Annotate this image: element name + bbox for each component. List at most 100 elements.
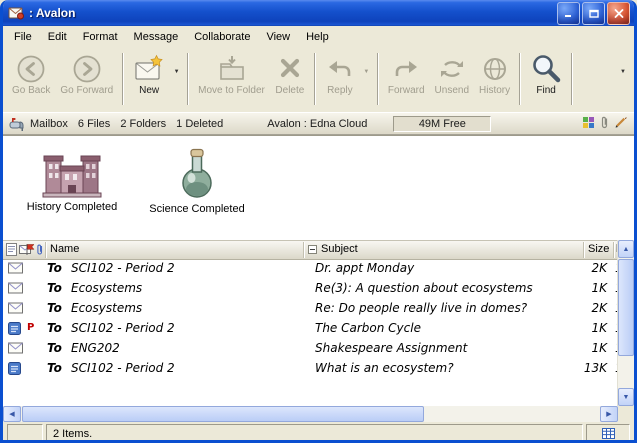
list-header[interactable]: Name Subject Size l	[3, 240, 618, 260]
collapse-minus-icon[interactable]	[308, 245, 317, 254]
infobar: Mailbox 6 Files 2 Folders 1 Deleted Aval…	[3, 112, 634, 135]
document-icon	[8, 362, 21, 375]
menu-message[interactable]: Message	[126, 28, 187, 46]
toolbar-overflow-arrow[interactable]: ▼	[615, 53, 631, 91]
app-window: : Avalon File Edit Format Message Collab…	[0, 0, 637, 443]
menu-edit[interactable]: Edit	[40, 28, 75, 46]
new-label: New	[139, 85, 159, 97]
row-name: Ecosystems	[71, 301, 142, 315]
message-row[interactable]: To ENG202 Shakespeare Assignment 1K 1	[3, 339, 618, 359]
history-icon	[480, 52, 510, 85]
menu-format[interactable]: Format	[75, 28, 126, 46]
vertical-scroll-thumb[interactable]	[618, 259, 634, 356]
files-count: 6 Files	[78, 118, 110, 130]
vertical-scrollbar[interactable]: ▲ ▼	[617, 240, 634, 406]
vertical-scroll-track[interactable]	[618, 357, 634, 388]
go-forward-button[interactable]: Go Forward	[55, 49, 118, 97]
message-row[interactable]: To SCI102 - Period 2 What is an ecosyste…	[3, 359, 618, 379]
row-subject: The Carbon Cycle	[315, 321, 421, 335]
header-attachment-icon[interactable]	[36, 243, 44, 256]
message-row[interactable]: To Ecosystems Re: Do people really live …	[3, 299, 618, 319]
folder-science-completed[interactable]: Science Completed	[139, 146, 255, 215]
reply-dropdown-arrow[interactable]: ▼	[360, 53, 373, 91]
minimize-button[interactable]	[557, 2, 580, 25]
row-size: 2K	[563, 301, 607, 315]
menu-collaborate[interactable]: Collaborate	[186, 28, 258, 46]
go-back-button[interactable]: Go Back	[7, 49, 55, 97]
column-header-size[interactable]: Size	[588, 243, 609, 255]
horizontal-scrollbar[interactable]: ◀ ▶	[3, 406, 634, 422]
column-header-subject[interactable]: Subject	[321, 243, 358, 255]
column-divider[interactable]	[45, 242, 46, 258]
categories-icon[interactable]	[582, 116, 595, 132]
header-properties-icon[interactable]	[6, 243, 17, 256]
toolbar-separator	[377, 53, 379, 105]
move-to-folder-button[interactable]: Move to Folder	[193, 49, 270, 97]
column-divider[interactable]	[583, 242, 584, 258]
row-subject: Re(3): A question about ecosystems	[315, 281, 533, 295]
attachment-icon[interactable]	[600, 115, 609, 132]
forward-button[interactable]: Forward	[383, 49, 430, 97]
row-subject: Re: Do people really live in domes?	[315, 301, 527, 315]
folder-history-completed[interactable]: History Completed	[19, 144, 125, 213]
move-to-folder-icon	[217, 52, 247, 85]
unsend-label: Unsend	[435, 85, 469, 97]
menu-file[interactable]: File	[6, 28, 40, 46]
scroll-left-arrow[interactable]: ◀	[3, 406, 21, 422]
delete-icon	[275, 52, 305, 85]
statusbar: 2 Items.	[3, 422, 634, 443]
row-size: 1K	[563, 281, 607, 295]
statusbar-grip-panel	[7, 424, 43, 443]
message-row[interactable]: To Ecosystems Re(3): A question about ec…	[3, 279, 618, 299]
row-to: To	[47, 301, 62, 315]
toolbar-separator	[571, 53, 573, 105]
find-label: Find	[536, 85, 555, 97]
toolbar: Go Back Go Forward New ▼ Move to Folder	[3, 47, 634, 112]
titlebar[interactable]: : Avalon	[3, 0, 634, 26]
row-to: To	[47, 361, 62, 375]
row-subject: What is an ecosystem?	[315, 361, 454, 375]
window-title: : Avalon	[29, 6, 555, 20]
row-size: 2K	[563, 261, 607, 275]
message-row[interactable]: To SCI102 - Period 2 Dr. appt Monday 2K …	[3, 259, 618, 279]
row-to: To	[47, 321, 62, 335]
new-dropdown-arrow[interactable]: ▼	[170, 53, 183, 91]
app-icon	[8, 5, 25, 21]
view-grid-icon[interactable]	[586, 424, 630, 443]
row-size: 1K	[563, 321, 607, 335]
building-icon	[19, 144, 125, 198]
item-count: 2 Items.	[46, 424, 583, 443]
find-icon	[530, 52, 562, 85]
folders-count: 2 Folders	[120, 118, 166, 130]
header-flag-icon[interactable]	[25, 243, 35, 256]
horizontal-scroll-track[interactable]	[425, 406, 600, 422]
pen-icon[interactable]	[614, 115, 628, 132]
row-subject: Dr. appt Monday	[315, 261, 414, 275]
toolbar-separator	[314, 53, 316, 105]
account-name: Avalon : Edna Cloud	[267, 118, 367, 130]
unsend-button[interactable]: Unsend	[430, 49, 474, 97]
close-button[interactable]	[607, 2, 630, 25]
reply-label: Reply	[327, 85, 353, 97]
delete-button[interactable]: Delete	[270, 49, 310, 97]
column-divider[interactable]	[303, 242, 304, 258]
reply-button[interactable]: Reply	[320, 49, 360, 97]
row-size: 13K	[563, 361, 607, 375]
folder-label: Science Completed	[139, 203, 255, 215]
message-row[interactable]: P To SCI102 - Period 2 The Carbon Cycle …	[3, 319, 618, 339]
column-divider[interactable]	[613, 242, 614, 258]
reply-icon	[325, 52, 355, 85]
horizontal-scroll-thumb[interactable]	[22, 406, 424, 422]
menu-view[interactable]: View	[258, 28, 298, 46]
maximize-button[interactable]	[582, 2, 605, 25]
new-button[interactable]: New	[128, 49, 170, 97]
menu-help[interactable]: Help	[298, 28, 337, 46]
scroll-down-arrow[interactable]: ▼	[618, 388, 634, 406]
scroll-up-arrow[interactable]: ▲	[618, 240, 634, 258]
scroll-right-arrow[interactable]: ▶	[600, 406, 618, 422]
column-header-name[interactable]: Name	[50, 243, 79, 255]
toolbar-separator	[519, 53, 521, 105]
history-button[interactable]: History	[474, 49, 515, 97]
find-button[interactable]: Find	[525, 49, 567, 97]
folder-label: History Completed	[19, 201, 125, 213]
